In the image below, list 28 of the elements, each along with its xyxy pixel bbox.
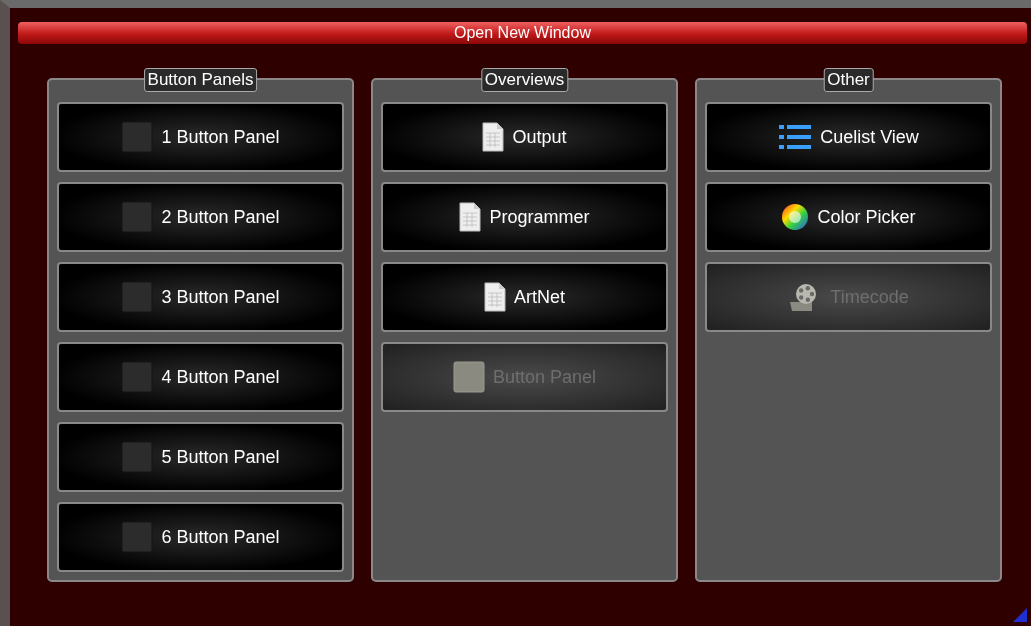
window-button[interactable]: Programmer [381, 182, 668, 252]
square-icon [121, 361, 154, 393]
square-icon [121, 521, 154, 553]
window-button[interactable]: 3 Button Panel [57, 262, 344, 332]
window-button[interactable]: 5 Button Panel [57, 422, 344, 492]
square-icon [121, 281, 154, 313]
window-button[interactable]: 6 Button Panel [57, 502, 344, 572]
square-icon [121, 441, 154, 473]
window-button[interactable]: 2 Button Panel [57, 182, 344, 252]
document-icon [459, 202, 482, 232]
square-icon [452, 361, 485, 393]
document-icon [482, 122, 505, 152]
square-icon [121, 201, 154, 233]
group-title: Button Panels [143, 68, 258, 92]
window-button[interactable]: Color Picker [705, 182, 992, 252]
color-wheel-icon [781, 203, 810, 231]
window-title: Open New Window [454, 24, 591, 42]
window-button[interactable]: Cuelist View [705, 102, 992, 172]
list-icon [778, 122, 813, 152]
document-icon [484, 282, 506, 312]
group-title: Overviews [480, 68, 569, 92]
window-button[interactable]: ArtNet [381, 262, 668, 332]
window-button[interactable]: Output [381, 102, 668, 172]
window-button[interactable]: 1 Button Panel [57, 102, 344, 172]
square-icon [121, 121, 154, 153]
resize-grip-icon[interactable] [1013, 608, 1027, 622]
group-title: Other [823, 68, 874, 92]
window-button[interactable]: 4 Button Panel [57, 342, 344, 412]
